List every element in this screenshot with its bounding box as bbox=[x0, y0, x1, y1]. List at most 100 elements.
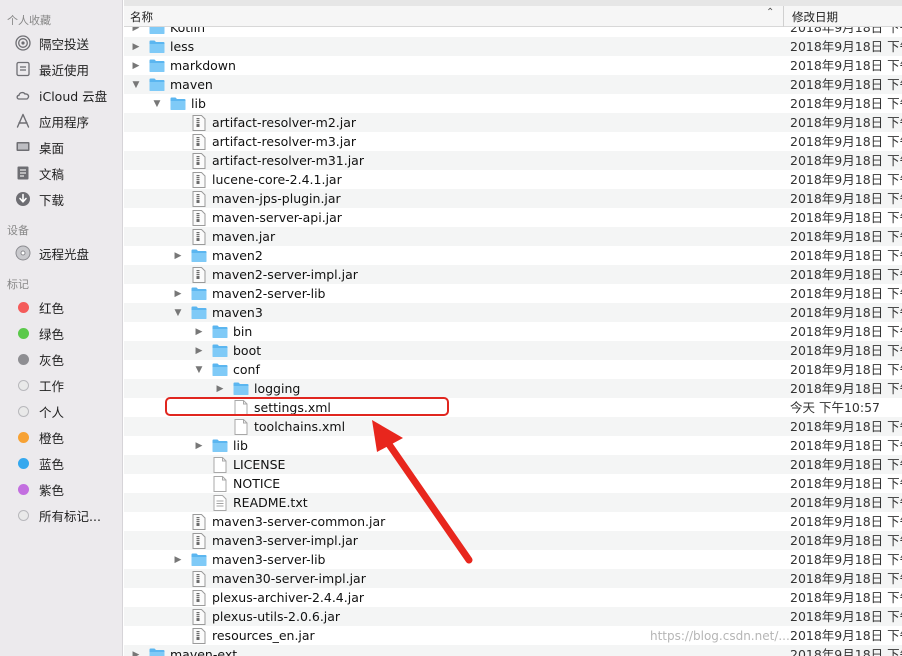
table-row[interactable]: NOTICE 2018年9月18日 下午 bbox=[124, 474, 902, 493]
file-name: maven-jps-plugin.jar bbox=[212, 191, 341, 206]
table-row[interactable]: ▶ maven3-server-lib 2018年9月18日 下午 bbox=[124, 550, 902, 569]
table-row[interactable]: artifact-resolver-m31.jar 2018年9月18日 下午 bbox=[124, 151, 902, 170]
remote-disc-icon bbox=[15, 245, 31, 261]
jar-file-icon bbox=[192, 115, 208, 131]
file-name: LICENSE bbox=[233, 457, 286, 472]
sidebar-item-downloads[interactable]: 下载 bbox=[15, 188, 119, 210]
disclosure-collapsed-icon[interactable]: ▶ bbox=[130, 37, 142, 56]
table-row[interactable]: ▼ conf 2018年9月18日 下午 bbox=[124, 360, 902, 379]
disclosure-expanded-icon[interactable]: ▼ bbox=[130, 75, 142, 94]
jar-file-icon bbox=[192, 628, 208, 644]
file-name: maven30-server-impl.jar bbox=[212, 571, 366, 586]
sidebar-item-applications[interactable]: 应用程序 bbox=[15, 110, 119, 132]
favorites-heading: 个人收藏 bbox=[7, 14, 51, 27]
folder-icon bbox=[191, 305, 207, 320]
table-row[interactable]: ▶ bin 2018年9月18日 下午 bbox=[124, 322, 902, 341]
file-modified-date: 2018年9月18日 下午 bbox=[790, 324, 902, 339]
table-row[interactable]: ▶ maven-ext 2018年9月18日 下午 bbox=[124, 645, 902, 656]
sidebar-tag-label: 紫色 bbox=[39, 482, 65, 498]
table-row[interactable]: maven.jar 2018年9月18日 下午 bbox=[124, 227, 902, 246]
table-row[interactable]: ▶ logging 2018年9月18日 下午 bbox=[124, 379, 902, 398]
file-name: lib bbox=[233, 438, 248, 453]
file-name: artifact-resolver-m31.jar bbox=[212, 153, 364, 168]
disclosure-collapsed-icon[interactable]: ▶ bbox=[214, 379, 226, 398]
column-separator[interactable] bbox=[783, 6, 784, 27]
table-row[interactable]: ▼ maven3 2018年9月18日 下午 bbox=[124, 303, 902, 322]
table-row[interactable]: maven30-server-impl.jar 2018年9月18日 下午 bbox=[124, 569, 902, 588]
table-row[interactable]: ▶ maven2 2018年9月18日 下午 bbox=[124, 246, 902, 265]
file-name: boot bbox=[233, 343, 262, 358]
disclosure-expanded-icon[interactable]: ▼ bbox=[193, 360, 205, 379]
disclosure-collapsed-icon[interactable]: ▶ bbox=[172, 284, 184, 303]
table-row[interactable]: maven3-server-impl.jar 2018年9月18日 下午 bbox=[124, 531, 902, 550]
table-row[interactable]: ▶ lib 2018年9月18日 下午 bbox=[124, 436, 902, 455]
disclosure-collapsed-icon[interactable]: ▶ bbox=[193, 341, 205, 360]
folder-icon bbox=[212, 438, 228, 453]
sidebar-tag-5[interactable]: 橙色 bbox=[15, 426, 119, 448]
disclosure-collapsed-icon[interactable]: ▶ bbox=[193, 322, 205, 341]
sidebar-tag-0[interactable]: 红色 bbox=[15, 296, 119, 318]
sidebar-tag-4[interactable]: 个人 bbox=[15, 400, 119, 422]
tag-color-dot-icon bbox=[18, 301, 29, 313]
sidebar-tag-7[interactable]: 紫色 bbox=[15, 478, 119, 500]
sidebar-item-label: 桌面 bbox=[39, 140, 65, 156]
sidebar-tag-8[interactable]: 所有标记... bbox=[15, 504, 119, 526]
table-row[interactable]: plexus-utils-2.0.6.jar 2018年9月18日 下午 bbox=[124, 607, 902, 626]
document-icon bbox=[234, 400, 250, 416]
disclosure-collapsed-icon[interactable]: ▶ bbox=[130, 645, 142, 656]
table-row[interactable]: maven3-server-common.jar 2018年9月18日 下午 bbox=[124, 512, 902, 531]
table-row[interactable]: maven-server-api.jar 2018年9月18日 下午 bbox=[124, 208, 902, 227]
table-row[interactable]: LICENSE 2018年9月18日 下午 bbox=[124, 455, 902, 474]
sidebar-tag-2[interactable]: 灰色 bbox=[15, 348, 119, 370]
file-modified-date: 2018年9月18日 下午 bbox=[790, 609, 902, 624]
folder-icon bbox=[233, 381, 249, 396]
disclosure-expanded-icon[interactable]: ▼ bbox=[172, 303, 184, 322]
table-row[interactable]: plexus-archiver-2.4.4.jar 2018年9月18日 下午 bbox=[124, 588, 902, 607]
table-row[interactable]: ▼ lib 2018年9月18日 下午 bbox=[124, 94, 902, 113]
table-row[interactable]: artifact-resolver-m3.jar 2018年9月18日 下午 bbox=[124, 132, 902, 151]
sidebar-item-recents[interactable]: 最近使用 bbox=[15, 58, 119, 80]
sidebar-item-icloud[interactable]: iCloud 云盘 bbox=[15, 84, 119, 106]
sidebar-tag-3[interactable]: 工作 bbox=[15, 374, 119, 396]
file-name: resources_en.jar bbox=[212, 628, 315, 643]
table-row[interactable]: README.txt 2018年9月18日 下午 bbox=[124, 493, 902, 512]
table-row[interactable]: maven2-server-impl.jar 2018年9月18日 下午 bbox=[124, 265, 902, 284]
file-name: maven3-server-impl.jar bbox=[212, 533, 358, 548]
file-name: maven3 bbox=[212, 305, 263, 320]
sidebar-item-label: iCloud 云盘 bbox=[39, 88, 108, 104]
disclosure-collapsed-icon[interactable]: ▶ bbox=[130, 56, 142, 75]
table-row[interactable]: settings.xml 今天 下午10:57 bbox=[124, 398, 902, 417]
disclosure-collapsed-icon[interactable]: ▶ bbox=[193, 436, 205, 455]
sidebar-item-desktop[interactable]: 桌面 bbox=[15, 136, 119, 158]
file-name: maven-ext bbox=[170, 647, 238, 656]
document-icon bbox=[213, 457, 229, 473]
file-name: maven2-server-lib bbox=[212, 286, 326, 301]
sidebar: 个人收藏 隔空投送 最近使用 iCloud 云盘 应用程序 桌面 文稿 下载 设备 远程光盘… bbox=[0, 0, 123, 656]
table-row[interactable]: maven-jps-plugin.jar 2018年9月18日 下午 bbox=[124, 189, 902, 208]
file-modified-date: 2018年9月18日 下午 bbox=[790, 647, 902, 656]
date-column-header[interactable]: 修改日期 bbox=[792, 9, 838, 25]
sidebar-tag-6[interactable]: 蓝色 bbox=[15, 452, 119, 474]
name-column-header[interactable]: 名称 bbox=[130, 9, 153, 25]
sidebar-tag-1[interactable]: 绿色 bbox=[15, 322, 119, 344]
table-row[interactable]: ▼ maven 2018年9月18日 下午 bbox=[124, 75, 902, 94]
disclosure-expanded-icon[interactable]: ▼ bbox=[151, 94, 163, 113]
file-modified-date: 2018年9月18日 下午 bbox=[790, 267, 902, 282]
table-row[interactable]: ▶ maven2-server-lib 2018年9月18日 下午 bbox=[124, 284, 902, 303]
file-name: NOTICE bbox=[233, 476, 281, 491]
table-row[interactable]: lucene-core-2.4.1.jar 2018年9月18日 下午 bbox=[124, 170, 902, 189]
sidebar-item-airdrop[interactable]: 隔空投送 bbox=[15, 32, 119, 54]
sort-ascending-icon[interactable]: ⌃ bbox=[766, 7, 774, 18]
disclosure-collapsed-icon[interactable]: ▶ bbox=[172, 246, 184, 265]
table-row[interactable]: ▶ boot 2018年9月18日 下午 bbox=[124, 341, 902, 360]
sidebar-item-remote-disc[interactable]: 远程光盘 bbox=[15, 242, 119, 264]
table-row[interactable]: ▶ markdown 2018年9月18日 下午 bbox=[124, 56, 902, 75]
sidebar-item-label: 应用程序 bbox=[39, 114, 90, 130]
table-row[interactable]: artifact-resolver-m2.jar 2018年9月18日 下午 bbox=[124, 113, 902, 132]
tag-color-dot-icon bbox=[18, 353, 29, 365]
disclosure-collapsed-icon[interactable]: ▶ bbox=[172, 550, 184, 569]
table-row[interactable]: toolchains.xml 2018年9月18日 下午 bbox=[124, 417, 902, 436]
sidebar-item-documents[interactable]: 文稿 bbox=[15, 162, 119, 184]
table-row[interactable]: ▶ less 2018年9月18日 下午 bbox=[124, 37, 902, 56]
text-file-icon bbox=[213, 495, 229, 511]
